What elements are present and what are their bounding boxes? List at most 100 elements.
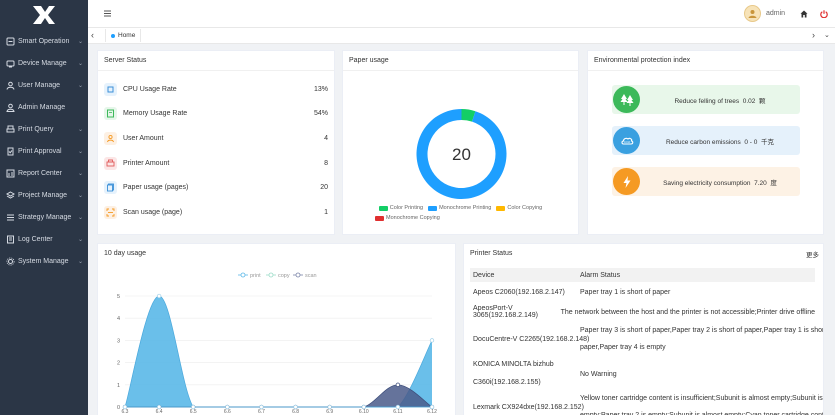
x-tick-label: 6.3 xyxy=(122,409,129,415)
device-cell: Lexmark CX924dxe(192.168.2.152) xyxy=(473,403,584,411)
device-cell: Apeos C2060(192.168.2.147) xyxy=(473,288,565,296)
tab-scroll-right-icon[interactable]: › xyxy=(812,30,815,40)
legend-label: copy xyxy=(278,273,290,279)
env-title: Environmental protection index xyxy=(588,51,823,71)
data-point-print[interactable] xyxy=(156,293,162,299)
legend-item[interactable]: print xyxy=(238,272,261,279)
device-cell: DocuCentre-V C2265(192.168.2.148) xyxy=(473,335,590,343)
ten-day-usage-chart: 0 1 2 3 4 5 6.3 6.4 6.5 6.6 6.7 6.8 6.9 6.10 6.11 6.12 p… xyxy=(117,272,437,415)
device-cell: ApeosPort-V 3065(192.168.2.149) xyxy=(473,305,538,319)
tab-dropdown-icon[interactable]: ⌄ xyxy=(824,31,830,39)
power-icon[interactable] xyxy=(820,10,828,20)
data-point-print[interactable] xyxy=(429,338,435,343)
server-status-label: Memory Usage Rate xyxy=(123,109,188,117)
data-point-copy[interactable] xyxy=(361,404,366,410)
server-status-title: Server Status xyxy=(98,51,334,71)
svg-text:CO2: CO2 xyxy=(623,140,630,144)
sidebar-item-log-center[interactable]: Log Center ⌄ xyxy=(0,228,88,250)
chevron-down-icon: ⌄ xyxy=(78,60,84,67)
tab-bar: ‹ Home › ⌄ xyxy=(88,28,835,44)
table-row[interactable]: KONICA MINOLTA bizhub C360i(192.168.2.15… xyxy=(470,356,815,392)
server-status-row: Paper usage (pages) 20 xyxy=(104,179,328,195)
x-tick-label: 6.10 xyxy=(359,409,369,415)
sidebar-item-user-manage[interactable]: User Manage ⌄ xyxy=(0,74,88,96)
legend-item[interactable]: Color Printing xyxy=(378,205,423,211)
sidebar-item-strategy-manage[interactable]: Strategy Manage ⌄ xyxy=(0,206,88,228)
table-row[interactable]: ApeosPort-V 3065(192.168.2.149) The netw… xyxy=(470,302,815,322)
legend-item[interactable]: Color Copying xyxy=(496,205,542,211)
alarm-line: Paper tray 3 is short of paper,Paper tra… xyxy=(580,327,824,334)
data-point-scan[interactable] xyxy=(395,382,401,387)
data-point-copy[interactable] xyxy=(429,404,435,410)
table-row[interactable]: Apeos C2060(192.168.2.147) Paper tray 1 … xyxy=(470,282,815,302)
menu-toggle-icon[interactable] xyxy=(104,10,111,17)
table-row[interactable]: Lexmark CX924dxe(192.168.2.152) Yellow t… xyxy=(470,392,823,415)
cpu-icon xyxy=(104,82,117,96)
server-status-row: Memory Usage Rate 54% xyxy=(104,105,328,121)
sidebar-item-admin-manage[interactable]: Admin Manage xyxy=(0,96,88,118)
strategy-icon xyxy=(6,213,15,222)
y-tick-label: 1 xyxy=(117,383,120,389)
ten-day-usage-card: 10 day usage 0 1 2 3 4 5 6.3 6.4 6.5 6.6 6.7 6.8 6.9… xyxy=(97,243,456,415)
chevron-down-icon: ⌄ xyxy=(78,38,84,45)
sidebar-item-device-manage[interactable]: Device Manage ⌄ xyxy=(0,52,88,74)
data-point-copy[interactable] xyxy=(225,404,230,410)
legend-item[interactable]: Monochrome Printing xyxy=(428,205,491,211)
sidebar-item-label: Strategy Manage xyxy=(18,213,72,221)
y-tick-label: 0 xyxy=(117,405,120,411)
x-tick-label: 6.11 xyxy=(393,409,403,415)
sidebar-item-label: Smart Operation xyxy=(18,37,70,45)
sidebar-item-label: Log Center xyxy=(18,235,53,243)
device-line: C360i(192.168.2.155) xyxy=(473,379,541,386)
chevron-down-icon: ⌄ xyxy=(78,236,84,243)
x-tick-label: 6.4 xyxy=(156,409,163,415)
legend-item[interactable]: copy xyxy=(266,272,290,279)
data-point-copy[interactable] xyxy=(293,404,298,410)
table-row[interactable]: DocuCentre-V C2265(192.168.2.148) Paper … xyxy=(470,322,823,356)
scan-icon xyxy=(104,205,117,219)
x-tick-label: 6.12 xyxy=(427,409,437,415)
printer-icon xyxy=(6,125,15,134)
data-point-copy[interactable] xyxy=(259,404,264,410)
x-tick-label: 6.8 xyxy=(292,409,299,415)
server-status-value: 13% xyxy=(313,85,328,93)
logo-icon xyxy=(33,6,55,24)
server-status-row: Printer Amount 8 xyxy=(104,155,328,171)
env-carbon-badge: CO2 xyxy=(613,127,640,154)
legend-swatch xyxy=(428,205,438,211)
legend-label: Color Copying xyxy=(507,205,543,211)
paper-usage-card: Paper usage 20 Color Printing Monochrome … xyxy=(342,50,579,235)
chevron-down-icon: ⌄ xyxy=(78,82,84,89)
legend-item[interactable]: scan xyxy=(293,272,317,279)
legend-item[interactable]: Monochrome Copying xyxy=(375,215,440,221)
printer-status-title: Printer Status xyxy=(470,250,513,257)
env-trees-box: Reduce felling of trees 0.02 颗 xyxy=(612,85,800,114)
data-point-copy[interactable] xyxy=(327,404,332,410)
data-point-copy[interactable] xyxy=(122,404,128,410)
server-status-value: 20 xyxy=(320,183,328,191)
tab-home[interactable]: Home xyxy=(105,29,142,42)
sidebar-item-label: Admin Manage xyxy=(18,103,66,111)
tab-scroll-left-icon[interactable]: ‹ xyxy=(91,30,94,40)
legend-label: Monochrome Copying xyxy=(386,215,440,221)
data-point-copy[interactable] xyxy=(395,404,401,410)
data-point-copy[interactable] xyxy=(191,404,196,410)
paper-usage-title: Paper usage xyxy=(343,51,578,71)
username[interactable]: admin xyxy=(766,10,785,17)
sidebar-item-report-center[interactable]: Report Center ⌄ xyxy=(0,162,88,184)
server-status-value: 8 xyxy=(324,159,328,167)
sidebar-item-smart-operation[interactable]: Smart Operation ⌄ xyxy=(0,30,88,52)
legend-swatch xyxy=(375,215,384,221)
printer-status-more-link[interactable]: 更多 xyxy=(806,249,819,259)
chevron-down-icon: ⌄ xyxy=(78,214,84,221)
tree-icon xyxy=(620,93,633,106)
sidebar-item-system-manage[interactable]: System Manage ⌄ xyxy=(0,250,88,272)
sidebar-item-print-approval[interactable]: Print Approval ⌄ xyxy=(0,140,88,162)
sidebar-item-project-manage[interactable]: Project Manage ⌄ xyxy=(0,184,88,206)
data-point-copy[interactable] xyxy=(156,404,162,410)
home-icon[interactable] xyxy=(800,10,808,20)
sidebar-item-print-query[interactable]: Print Query ⌄ xyxy=(0,118,88,140)
approval-icon xyxy=(6,147,15,156)
avatar[interactable] xyxy=(744,5,761,22)
printer-icon xyxy=(104,156,117,170)
